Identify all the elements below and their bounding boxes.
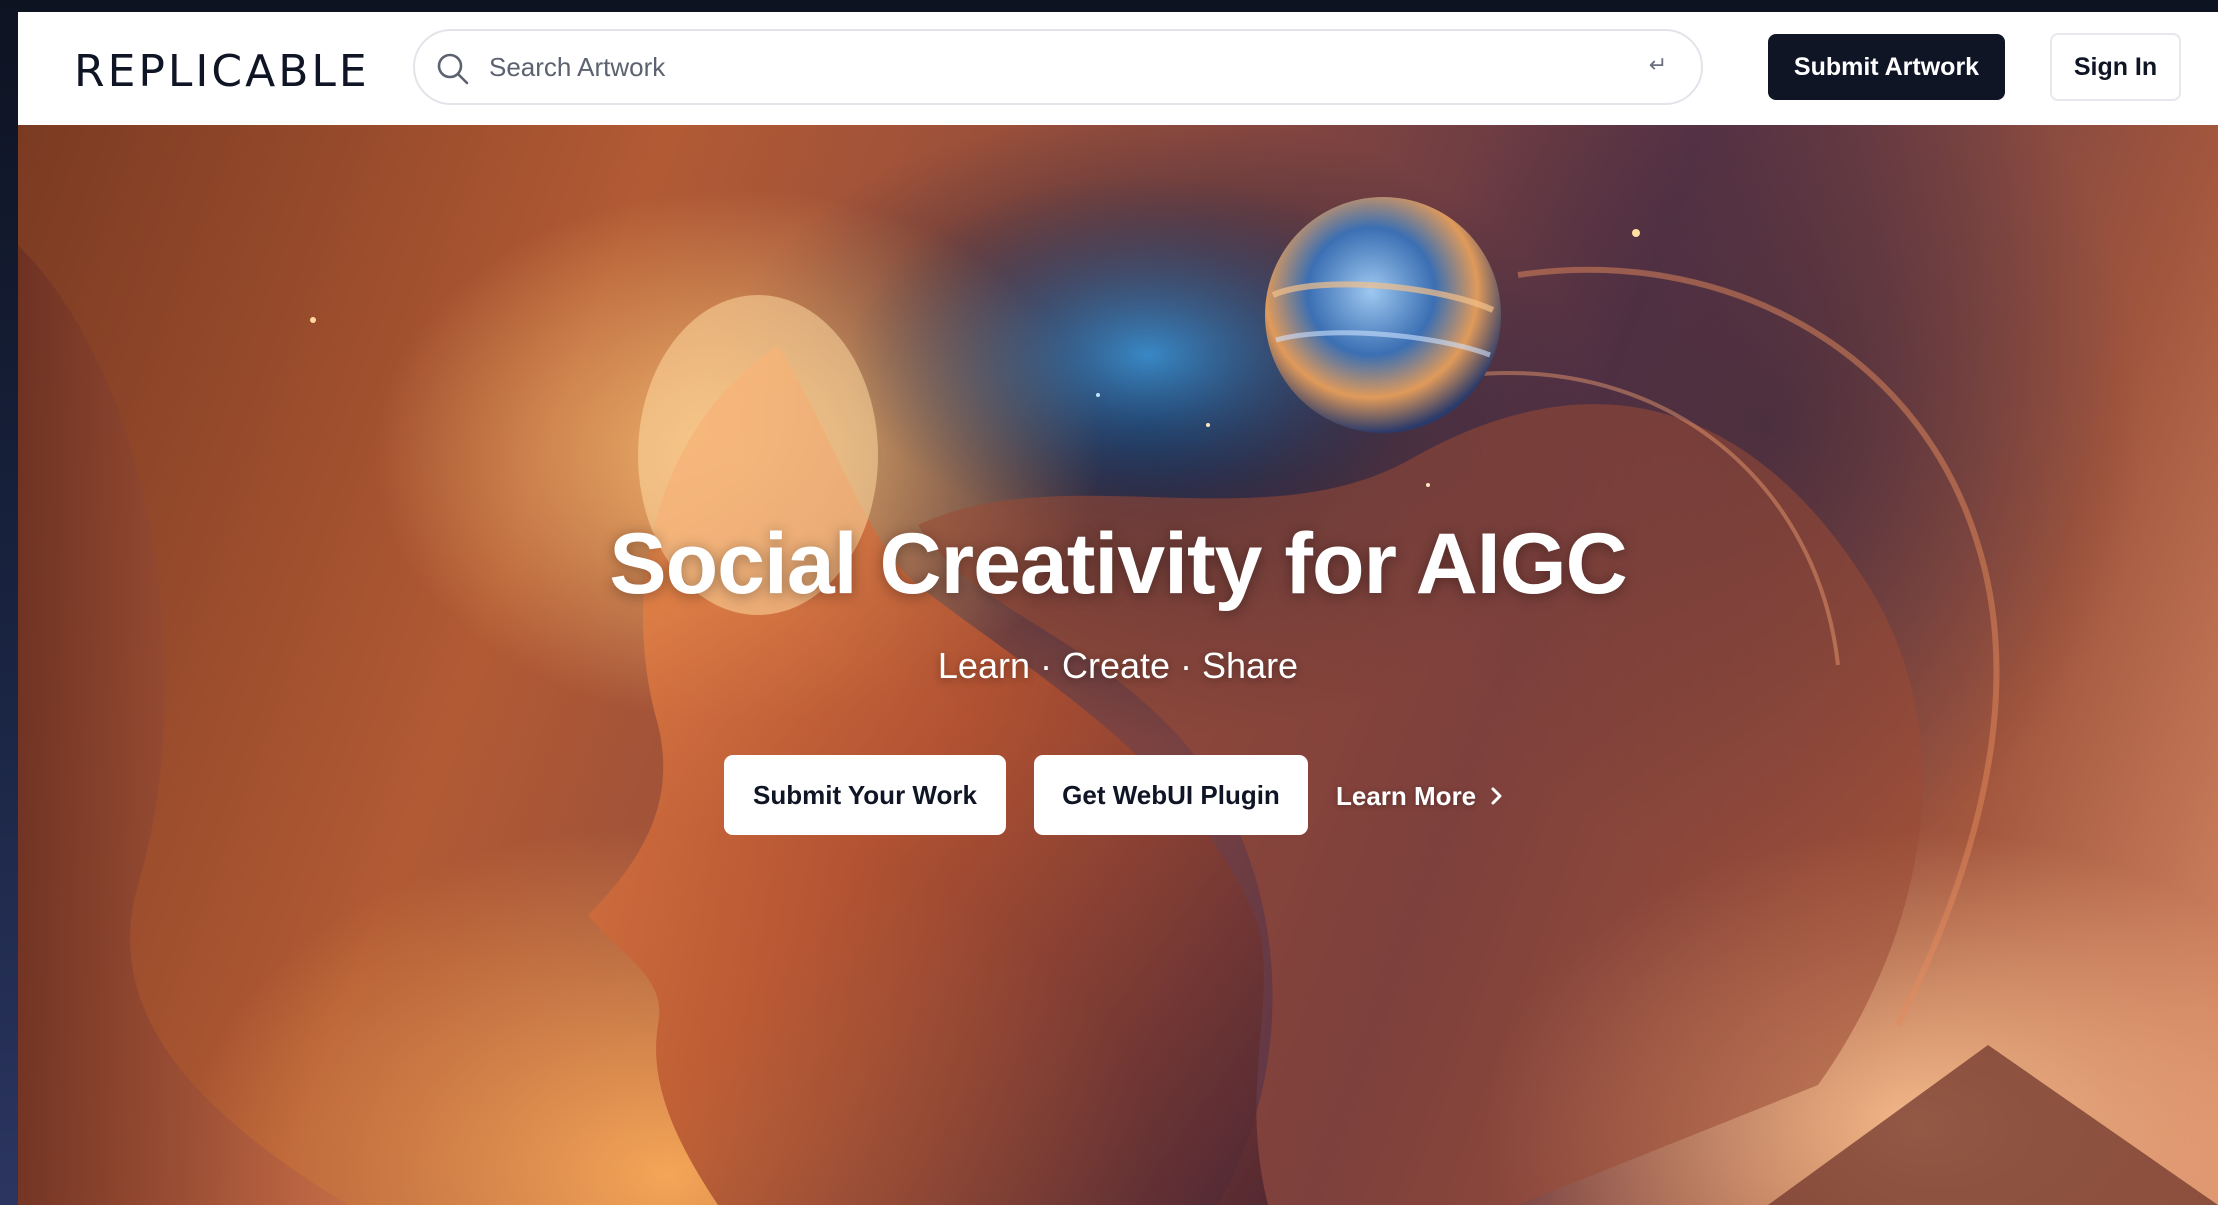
enter-icon: ↵ <box>1648 53 1668 78</box>
hero-subtitle: Learn · Create · Share <box>937 645 1299 686</box>
search-input[interactable] <box>489 45 1609 89</box>
submit-artwork-button[interactable]: Submit Artwork <box>1768 34 2005 100</box>
site-logo[interactable]: REPLICABLE <box>74 46 370 97</box>
learn-more-link[interactable]: Learn More <box>1336 777 1506 815</box>
learn-more-label: Learn More <box>1336 780 1477 811</box>
get-webui-plugin-button[interactable]: Get WebUI Plugin <box>1034 755 1308 835</box>
sign-in-button[interactable]: Sign In <box>2050 33 2181 101</box>
site-header: REPLICABLE ↵ Submit Artwork Sign In <box>18 12 2218 125</box>
search-icon <box>437 53 469 85</box>
search-bar[interactable]: ↵ <box>413 29 1703 105</box>
submit-your-work-button[interactable]: Submit Your Work <box>724 755 1006 835</box>
browser-page: REPLICABLE ↵ Submit Artwork Sign In <box>18 12 2218 1205</box>
chevron-right-icon <box>1491 787 1502 805</box>
hero-banner: Social Creativity for AIGC Learn · Creat… <box>18 125 2218 1205</box>
screen-background: REPLICABLE ↵ Submit Artwork Sign In <box>0 0 2218 1205</box>
hero-title: Social Creativity for AIGC <box>609 516 1627 612</box>
